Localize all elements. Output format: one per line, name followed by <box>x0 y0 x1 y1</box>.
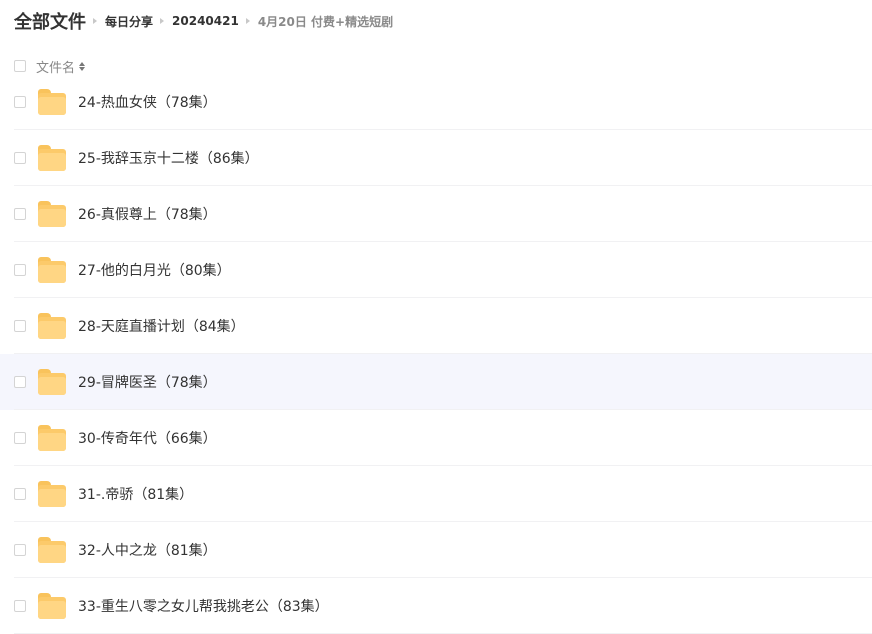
file-row[interactable]: 24-热血女侠（78集） <box>0 74 872 130</box>
file-list: 24-热血女侠（78集） 25-我辞玉京十二楼（86集） 26-真假尊上（78集） 2… <box>0 74 872 634</box>
row-checkbox[interactable] <box>14 208 26 220</box>
file-row[interactable]: 31-.帝骄（81集） <box>0 466 872 522</box>
select-all-checkbox[interactable] <box>14 60 26 72</box>
file-row[interactable]: 32-人中之龙（81集） <box>0 522 872 578</box>
breadcrumb-separator-icon <box>93 18 97 24</box>
file-name[interactable]: 29-冒牌医圣（78集） <box>78 372 217 392</box>
folder-icon <box>38 369 66 395</box>
row-checkbox[interactable] <box>14 320 26 332</box>
list-header: 文件名 <box>14 56 86 76</box>
file-name[interactable]: 25-我辞玉京十二楼（86集） <box>78 148 259 168</box>
row-checkbox[interactable] <box>14 152 26 164</box>
file-row[interactable]: 28-天庭直播计划（84集） <box>0 298 872 354</box>
folder-icon <box>38 425 66 451</box>
file-name[interactable]: 26-真假尊上（78集） <box>78 204 217 224</box>
file-row[interactable]: 26-真假尊上（78集） <box>0 186 872 242</box>
breadcrumb-item[interactable]: 每日分享 <box>105 13 153 30</box>
file-name[interactable]: 32-人中之龙（81集） <box>78 540 217 560</box>
breadcrumb-item[interactable]: 20240421 <box>172 14 239 28</box>
file-name[interactable]: 27-他的白月光（80集） <box>78 260 231 280</box>
breadcrumb-current: 4月20日 付费+精选短剧 <box>257 14 394 29</box>
row-checkbox[interactable] <box>14 544 26 556</box>
file-name[interactable]: 31-.帝骄（81集） <box>78 484 193 504</box>
folder-icon <box>38 89 66 115</box>
folder-icon <box>38 593 66 619</box>
file-name[interactable]: 30-传奇年代（66集） <box>78 428 217 448</box>
folder-icon <box>38 257 66 283</box>
file-row[interactable]: 33-重生八零之女儿帮我挑老公（83集） <box>0 578 872 634</box>
breadcrumb-separator-icon <box>245 18 250 24</box>
folder-icon <box>38 145 66 171</box>
file-row[interactable]: 29-冒牌医圣（78集） <box>0 354 872 410</box>
folder-icon <box>38 201 66 227</box>
folder-icon <box>38 537 66 563</box>
row-checkbox[interactable] <box>14 488 26 500</box>
file-name[interactable]: 33-重生八零之女儿帮我挑老公（83集） <box>78 596 329 616</box>
folder-icon <box>38 313 66 339</box>
row-checkbox[interactable] <box>14 96 26 108</box>
file-row[interactable]: 27-他的白月光（80集） <box>0 242 872 298</box>
breadcrumb: 全部文件 每日分享 20240421 4月20日 付费+精选短剧 <box>14 8 393 34</box>
breadcrumb-separator-icon <box>160 18 165 24</box>
row-checkbox[interactable] <box>14 432 26 444</box>
row-checkbox[interactable] <box>14 264 26 276</box>
row-checkbox[interactable] <box>14 600 26 612</box>
column-header-filename[interactable]: 文件名 <box>36 57 75 76</box>
file-row[interactable]: 25-我辞玉京十二楼（86集） <box>0 130 872 186</box>
folder-icon <box>38 481 66 507</box>
file-row[interactable]: 30-传奇年代（66集） <box>0 410 872 466</box>
breadcrumb-root[interactable]: 全部文件 <box>14 8 86 34</box>
row-checkbox[interactable] <box>14 376 26 388</box>
file-name[interactable]: 28-天庭直播计划（84集） <box>78 316 245 336</box>
sort-icon[interactable] <box>79 61 86 71</box>
file-name[interactable]: 24-热血女侠（78集） <box>78 92 217 112</box>
